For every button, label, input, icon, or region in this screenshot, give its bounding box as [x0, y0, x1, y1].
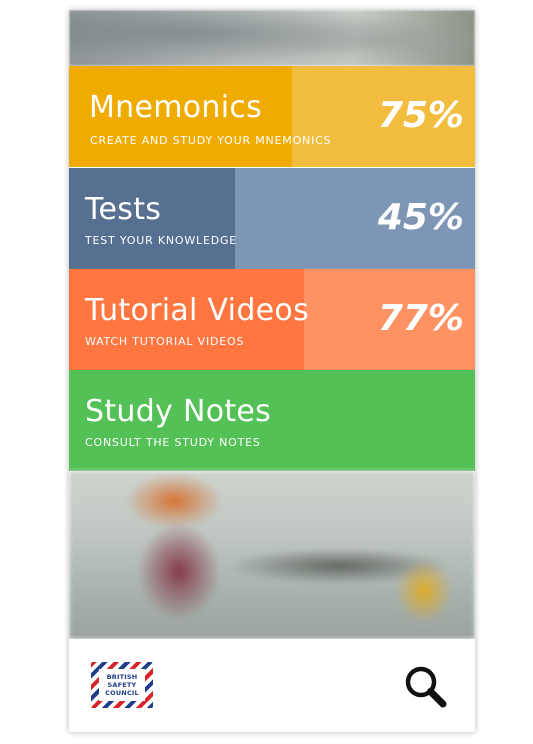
mnemonics-subtitle: CREATE AND STUDY YOUR MNEMONICS: [90, 134, 332, 147]
logo-text-block: BRITISH SAFETY COUNCIL: [99, 669, 145, 701]
bottom-bar: BRITISH SAFETY COUNCIL: [69, 639, 475, 732]
tutorial-videos-percent: 77%: [377, 298, 464, 339]
logo-line-3: COUNCIL: [105, 689, 139, 697]
tutorial-videos-tile[interactable]: Tutorial Videos WATCH TUTORIAL VIDEOS 77…: [69, 269, 475, 370]
tutorial-videos-title: Tutorial Videos: [85, 293, 310, 328]
mnemonics-title: Mnemonics: [89, 90, 263, 125]
study-notes-title: Study Notes: [85, 394, 272, 429]
tests-tile[interactable]: Tests TEST YOUR KNOWLEDGE 45%: [69, 168, 475, 269]
tests-subtitle: TEST YOUR KNOWLEDGE: [85, 234, 238, 247]
logo-line-1: BRITISH: [106, 673, 138, 681]
logo-line-2: SAFETY: [107, 681, 137, 689]
tests-percent: 45%: [377, 197, 464, 238]
mnemonics-percent: 75%: [377, 95, 464, 136]
study-notes-subtitle: CONSULT THE STUDY NOTES: [85, 436, 261, 449]
app-screen: Mnemonics CREATE AND STUDY YOUR MNEMONIC…: [69, 10, 475, 732]
tutorial-videos-subtitle: WATCH TUTORIAL VIDEOS: [85, 335, 245, 348]
search-icon: [405, 666, 447, 708]
tests-title: Tests: [85, 192, 162, 227]
header-background-image: [69, 10, 475, 66]
worker-background-image: [69, 471, 475, 639]
mnemonics-tile[interactable]: Mnemonics CREATE AND STUDY YOUR MNEMONIC…: [69, 66, 475, 167]
study-notes-tile[interactable]: Study Notes CONSULT THE STUDY NOTES: [69, 370, 475, 471]
search-button[interactable]: [402, 664, 450, 710]
british-safety-council-logo: BRITISH SAFETY COUNCIL: [91, 662, 153, 708]
